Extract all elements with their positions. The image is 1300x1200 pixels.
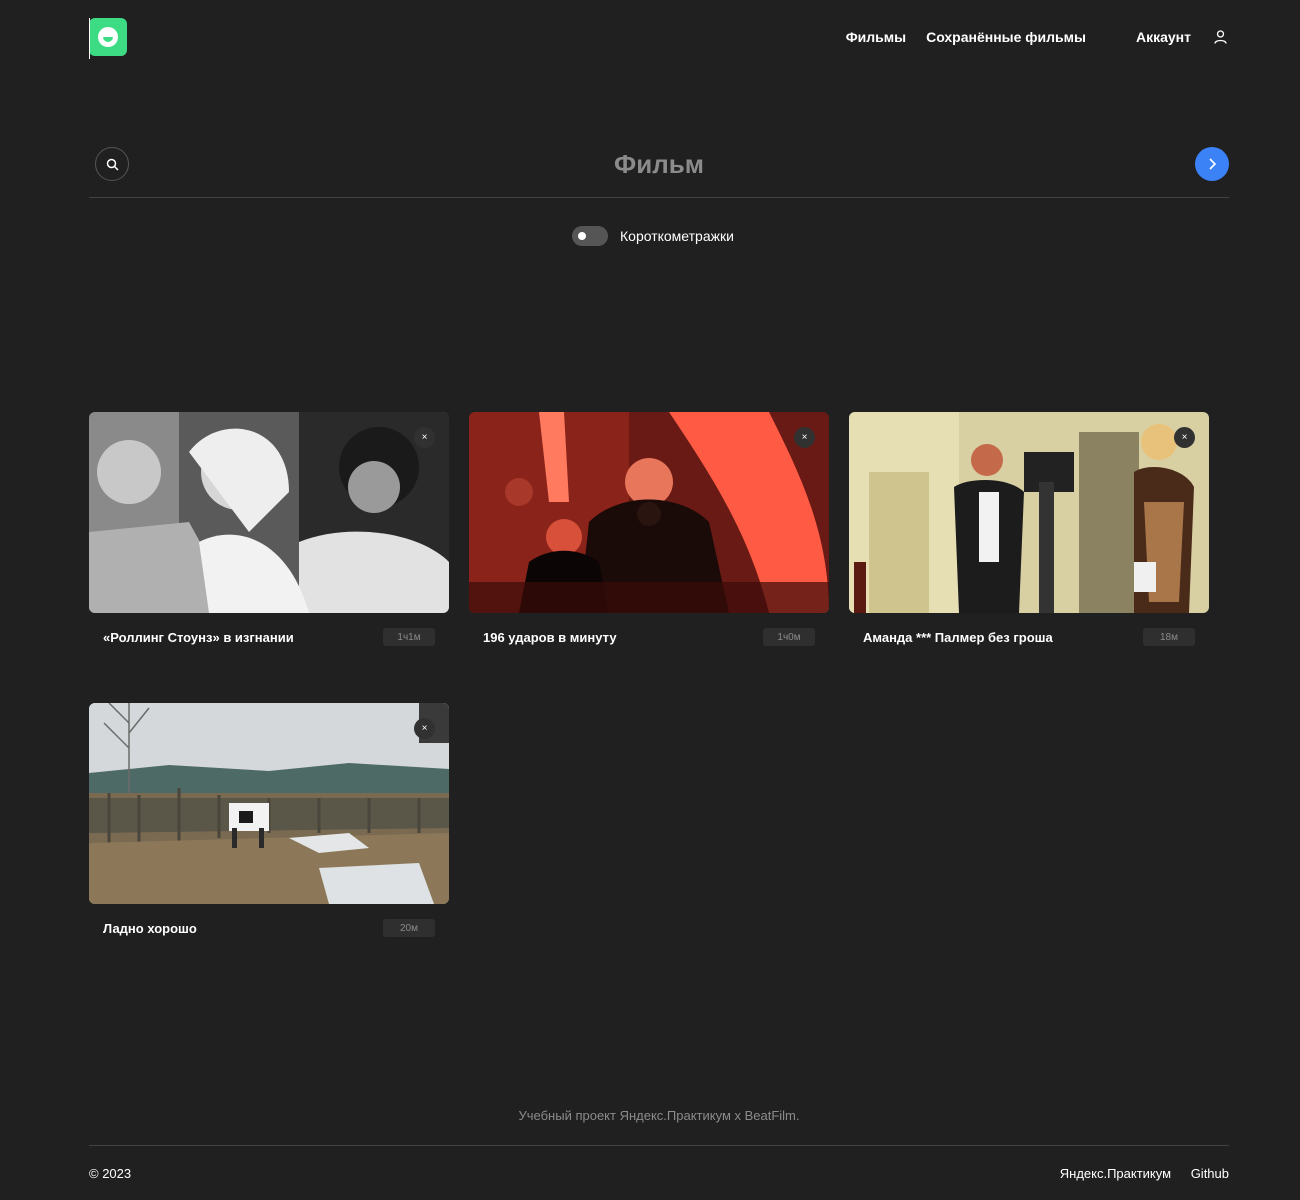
chevron-right-icon [1209,158,1217,170]
short-films-toggle[interactable] [572,226,608,246]
movie-card: × Ладно хорошо 20м [89,703,449,953]
main-nav: Фильмы Сохранённые фильмы Аккаунт [846,18,1229,56]
remove-movie-button[interactable]: × [414,427,435,448]
account-icon[interactable] [1213,30,1227,44]
remove-movie-button[interactable]: × [414,718,435,739]
movie-info: 196 ударов в минуту 1ч0м [483,627,815,647]
footer-link-github[interactable]: Github [1191,1166,1229,1181]
movie-card: × «Роллинг Стоунз» в изгнании 1ч1м [89,412,449,662]
nav-films-link[interactable]: Фильмы [846,29,906,45]
movie-title: «Роллинг Стоунз» в изгнании [103,629,294,645]
movie-thumbnail[interactable]: × [89,703,449,904]
remove-movie-button[interactable]: × [794,427,815,448]
footer-link-practicum[interactable]: Яндекс.Практикум [1060,1166,1171,1181]
movie-thumbnail[interactable]: × [469,412,829,613]
movie-thumbnail[interactable]: × [849,412,1209,613]
movie-title: Аманда *** Палмер без гроша [863,629,1053,645]
footer: Учебный проект Яндекс.Практикум х BeatFi… [89,1108,1229,1181]
footer-links: Яндекс.Практикум Github [1044,1166,1229,1181]
movie-title: 196 ударов в минуту [483,629,617,645]
footer-caption: Учебный проект Яндекс.Практикум х BeatFi… [518,1108,800,1123]
movie-title: Ладно хорошо [103,920,197,936]
search-input[interactable] [189,146,1129,182]
movie-card: × 196 ударов в минуту 1ч0м [469,412,829,662]
nav-saved-films-link[interactable]: Сохранённые фильмы [926,29,1086,45]
footer-bottom: © 2023 Яндекс.Практикум Github [89,1166,1229,1181]
short-films-label: Короткометражки [620,228,734,244]
movie-duration: 18м [1143,628,1195,646]
search-icon [95,147,129,181]
movie-duration: 1ч1м [383,628,435,646]
short-films-filter: Короткометражки [572,226,734,246]
movie-info: Аманда *** Палмер без гроша 18м [863,627,1195,647]
movie-thumbnail[interactable]: × [89,412,449,613]
movie-info: Ладно хорошо 20м [103,918,435,938]
search-form [89,146,1229,198]
movie-info: «Роллинг Стоунз» в изгнании 1ч1м [103,627,435,647]
movie-duration: 20м [383,919,435,937]
toggle-knob [578,232,586,240]
logo-icon[interactable] [89,18,127,56]
footer-divider [89,1145,1229,1146]
text-cursor [89,18,90,59]
footer-copyright: © 2023 [89,1166,132,1181]
movie-card: × Аманда *** Палмер без гроша 18м [849,412,1209,662]
movie-duration: 1ч0м [763,628,815,646]
search-submit-button[interactable] [1195,147,1229,181]
header: Фильмы Сохранённые фильмы Аккаунт [89,18,1229,59]
nav-account-link[interactable]: Аккаунт [1136,29,1191,45]
remove-movie-button[interactable]: × [1174,427,1195,448]
